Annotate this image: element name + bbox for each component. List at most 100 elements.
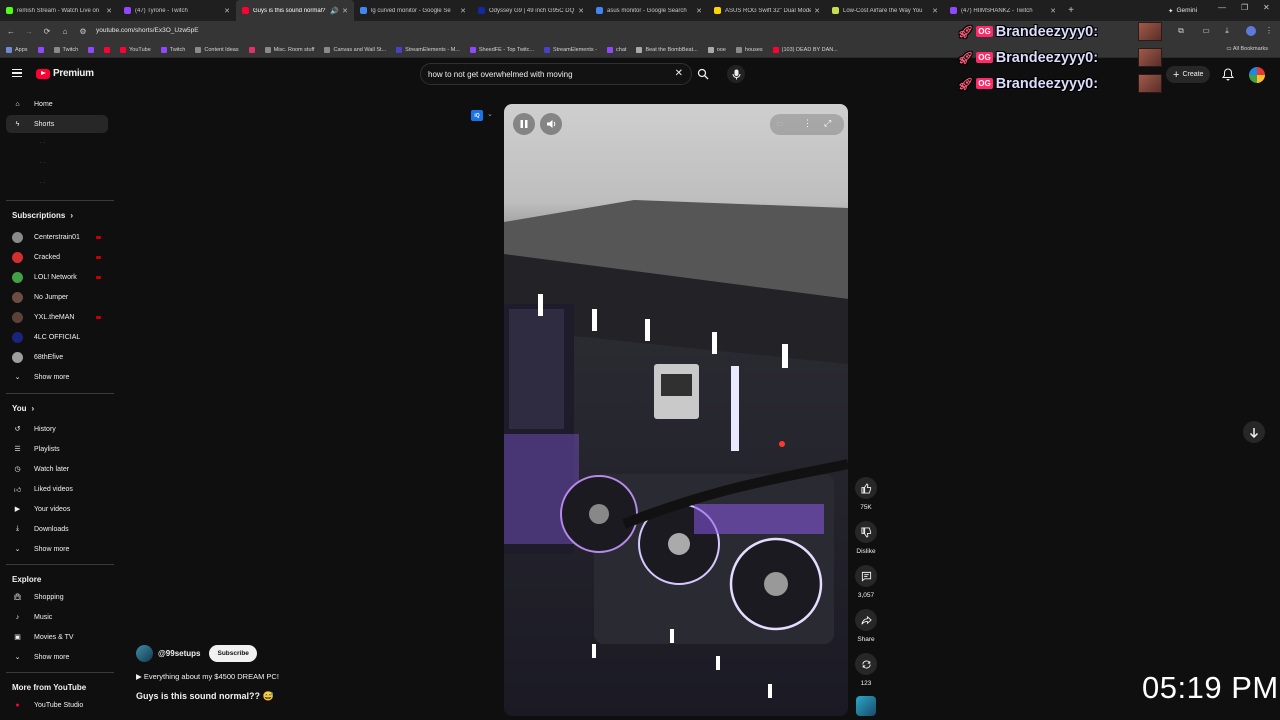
account-avatar[interactable] xyxy=(1249,67,1265,83)
create-button[interactable]: + Create xyxy=(1166,66,1211,83)
tab-close-icon[interactable]: ✕ xyxy=(342,7,348,15)
bookmark-item[interactable]: Apps xyxy=(6,46,28,53)
browser-tab[interactable]: asus monitor - Google Search ✕ xyxy=(590,0,708,21)
sidebar-item-history[interactable]: ↺ History xyxy=(6,420,108,438)
tab-close-icon[interactable]: ✕ xyxy=(814,7,820,15)
sidebar-item-downloads[interactable]: ⤓ Downloads xyxy=(6,520,108,538)
sidebar-item-shopping[interactable]: 👜︎ Shopping xyxy=(6,588,108,606)
search-button[interactable] xyxy=(692,63,714,85)
bookmark-item[interactable]: Twitch xyxy=(53,46,78,53)
sidebar-item-your-videos[interactable]: ▶ Your videos xyxy=(6,500,108,518)
subscription-item[interactable]: YXL.theMAN xyxy=(6,308,108,326)
restore-icon[interactable]: ❐ xyxy=(1241,3,1248,12)
menu-icon[interactable] xyxy=(12,69,22,77)
tab-close-icon[interactable]: ✕ xyxy=(224,7,230,15)
channel-handle[interactable]: @99setups xyxy=(158,649,200,658)
download-icon[interactable]: ⤓ xyxy=(1218,26,1236,36)
site-info-icon[interactable]: ⚙ xyxy=(74,27,92,36)
tab-close-icon[interactable]: ✕ xyxy=(1050,7,1056,15)
sidebar-item-music[interactable]: ♪ Music xyxy=(6,608,108,626)
tab-close-icon[interactable]: ✕ xyxy=(106,7,112,15)
pause-button[interactable] xyxy=(513,113,535,135)
fullscreen-icon[interactable]: ⤢ xyxy=(824,118,831,129)
browser-tab[interactable]: ASUS ROG Swift 32" Dual Mode ✕ xyxy=(708,0,826,21)
browser-tab[interactable]: (47) Tyrone - Twitch ✕ xyxy=(118,0,236,21)
search-input[interactable]: how to not get overwhelmed with moving ✕ xyxy=(420,63,692,85)
bookmark-item[interactable]: YouTube xyxy=(120,46,151,53)
tab-audio-icon[interactable]: 🔊 xyxy=(330,7,339,15)
subscriptions-show-more[interactable]: ⌄ Show more xyxy=(6,368,108,386)
notifications-button[interactable] xyxy=(1222,68,1234,86)
bookmark-item[interactable]: Canvas and Wall St... xyxy=(324,46,386,53)
extensions-icon[interactable]: ⧉ xyxy=(1172,26,1190,36)
sidebar-item-youtube-studio[interactable]: ● YouTube Studio xyxy=(6,696,108,714)
back-icon[interactable]: ← xyxy=(2,27,20,36)
volume-button[interactable] xyxy=(540,113,562,135)
sidebar-item-watch-later[interactable]: ◷ Watch later xyxy=(6,460,108,478)
comments-button[interactable]: 3,057 xyxy=(855,565,877,599)
bookmark-item[interactable]: (103) DEAD BY DAN... xyxy=(772,46,838,53)
sidebar-item-shorts[interactable]: ϟ Shorts xyxy=(6,115,108,133)
bookmark-item[interactable]: Twitch xyxy=(160,46,185,53)
iq-badge[interactable]: iQ xyxy=(471,110,483,121)
bookmark-item[interactable]: ooe xyxy=(707,46,726,53)
browser-tab[interactable]: remish Stream - Watch Live on ✕ xyxy=(0,0,118,21)
bookmark-item[interactable] xyxy=(37,46,44,53)
channel-avatar[interactable] xyxy=(136,645,153,662)
channel-avatar-small[interactable] xyxy=(856,696,876,716)
browser-tab[interactable]: (47) HIIMSHANKZ - Twitch ✕ xyxy=(944,0,1062,21)
subscription-item[interactable]: 68thEfive xyxy=(6,348,108,366)
tab-close-icon[interactable]: ✕ xyxy=(460,7,466,15)
browser-tab[interactable]: Odyssey G9 | 49 inch G95C DQ ✕ xyxy=(472,0,590,21)
tab-close-icon[interactable]: ✕ xyxy=(932,7,938,15)
subscribe-button[interactable]: Subscribe xyxy=(209,645,257,662)
browser-tab[interactable]: lg curved monitor - Google Se ✕ xyxy=(354,0,472,21)
subscription-item[interactable]: No Jumper xyxy=(6,288,108,306)
browser-menu-icon[interactable]: ⋮ xyxy=(1260,26,1278,35)
subscription-item[interactable]: 4LC OFFICIAL xyxy=(6,328,108,346)
bookmark-item[interactable]: Misc. Room stuff xyxy=(264,46,314,53)
close-window-icon[interactable]: ✕ xyxy=(1263,3,1270,12)
share-button[interactable]: Share xyxy=(855,609,877,643)
you-show-more[interactable]: ⌄ Show more xyxy=(6,540,108,558)
short-video-player[interactable] xyxy=(504,104,848,716)
subscription-item[interactable]: Centerstrain01 xyxy=(6,228,108,246)
home-page-icon[interactable]: ⌂ xyxy=(56,27,74,36)
url-field[interactable]: youtube.com/shorts/Ex3O_Uzw5pE xyxy=(96,27,199,34)
bookmark-item[interactable] xyxy=(248,46,255,53)
all-bookmarks-link[interactable]: ▭ All Bookmarks xyxy=(1226,46,1268,52)
explore-show-more[interactable]: ⌄ Show more xyxy=(6,648,108,666)
subscriptions-heading[interactable]: Subscriptions › xyxy=(12,211,73,220)
voice-search-button[interactable] xyxy=(727,65,745,83)
sidebar-item-movies-tv[interactable]: ▣ Movies & TV xyxy=(6,628,108,646)
badge-chevron-icon[interactable]: ⌄ xyxy=(487,110,493,118)
bookmark-item[interactable]: houses xyxy=(735,46,763,53)
bookmark-item[interactable] xyxy=(104,46,111,53)
you-heading[interactable]: You › xyxy=(12,404,34,413)
sidebar-item-playlists[interactable]: ☰ Playlists xyxy=(6,440,108,458)
more-options-icon[interactable]: ⋮ xyxy=(803,118,812,129)
like-button[interactable]: 75K xyxy=(855,477,877,511)
forward-icon[interactable]: → xyxy=(20,27,38,36)
browser-tab[interactable]: Low-Cost Airfare the Way You ✕ xyxy=(826,0,944,21)
minimize-icon[interactable]: — xyxy=(1218,3,1226,12)
dislike-button[interactable]: Dislike xyxy=(855,521,877,555)
sidebar-icon[interactable]: ▭ xyxy=(1197,26,1215,35)
bookmark-item[interactable]: Content Ideas xyxy=(195,46,239,53)
new-tab-button[interactable]: + xyxy=(1062,5,1080,16)
tab-close-icon[interactable]: ✕ xyxy=(696,7,702,15)
youtube-premium-logo[interactable]: Premium xyxy=(36,68,94,79)
bookmark-item[interactable] xyxy=(88,46,95,53)
browser-tab[interactable]: Guys is this sound normal? 🔊 ✕ xyxy=(236,0,354,21)
bookmark-item[interactable]: StreamElements - M... xyxy=(396,46,460,53)
subscription-item[interactable]: Cracked xyxy=(6,248,108,266)
profile-avatar[interactable] xyxy=(1246,26,1256,36)
playlist-link[interactable]: ▶ Everything about my $4500 DREAM PC! xyxy=(136,672,279,681)
bookmark-item[interactable]: chat xyxy=(607,46,626,53)
miniplayer-icon[interactable]: ▭ xyxy=(776,119,784,128)
tab-close-icon[interactable]: ✕ xyxy=(578,7,584,15)
remix-button[interactable]: 123 xyxy=(855,653,877,687)
bookmark-item[interactable]: Beat the BombBeat... xyxy=(636,46,698,53)
bookmark-item[interactable]: StreamElements - xyxy=(544,46,597,53)
bookmark-item[interactable]: SheedFE - Top Twitc... xyxy=(469,46,534,53)
